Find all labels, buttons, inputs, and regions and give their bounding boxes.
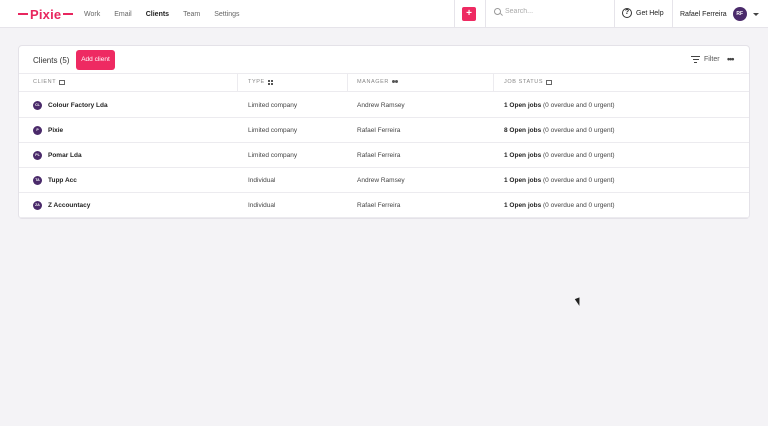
client-name: Z Accountacy: [48, 202, 91, 209]
page-title: Clients (5): [33, 56, 70, 65]
client-avatar: ZA: [33, 201, 42, 210]
chevron-down-icon: [752, 12, 759, 16]
table-row[interactable]: PL Pomar Lda Limited company Rafael Ferr…: [19, 143, 749, 168]
get-help-label: Get Help: [636, 9, 664, 17]
clipboard-icon: [546, 79, 553, 85]
id-card-icon: [59, 79, 66, 85]
client-type: Individual: [248, 202, 276, 209]
clients-panel-header: Clients (5) Add client Filter •••: [19, 46, 749, 74]
column-label: CLIENT: [33, 79, 57, 85]
job-status: 8 Open jobs (0 overdue and 0 urgent): [504, 127, 615, 134]
table-header: CLIENT TYPE MANAGER JOB STATUS: [19, 74, 749, 92]
avatar: RF: [732, 7, 747, 21]
more-horizontal-icon[interactable]: •••: [727, 54, 735, 64]
column-label: TYPE: [248, 79, 265, 85]
client-avatar: PL: [33, 151, 42, 160]
column-label: JOB STATUS: [504, 79, 544, 85]
client-avatar: TA: [33, 176, 42, 185]
question-circle-icon: ?: [622, 8, 632, 18]
client-name: Tupp Acc: [48, 177, 77, 184]
clients-panel: Clients (5) Add client Filter ••• CLIENT…: [18, 45, 750, 219]
client-manager: Rafael Ferreira: [357, 152, 401, 159]
client-type: Limited company: [248, 152, 298, 159]
divider: [614, 0, 615, 28]
open-jobs-count: 1 Open jobs: [504, 177, 542, 184]
grid-icon: [267, 79, 274, 85]
nav-item-settings[interactable]: Settings: [214, 11, 239, 18]
client-manager: Rafael Ferreira: [357, 202, 401, 209]
divider: [454, 0, 455, 28]
nav-item-clients[interactable]: Clients: [146, 11, 169, 18]
open-jobs-count: 8 Open jobs: [504, 127, 542, 134]
column-header-manager[interactable]: MANAGER: [357, 79, 399, 85]
open-jobs-count: 1 Open jobs: [504, 202, 542, 209]
column-header-type[interactable]: TYPE: [248, 79, 274, 85]
jobs-detail: (0 overdue and 0 urgent): [543, 177, 615, 184]
table-row[interactable]: P Pixie Limited company Rafael Ferreira …: [19, 118, 749, 143]
column-divider: [347, 74, 348, 92]
filter-button[interactable]: Filter: [691, 56, 720, 63]
job-status: 1 Open jobs (0 overdue and 0 urgent): [504, 202, 615, 209]
column-divider: [493, 74, 494, 92]
client-name: Colour Factory Lda: [48, 102, 108, 109]
search-input[interactable]: [505, 8, 605, 15]
client-avatar: CL: [33, 101, 42, 110]
client-avatar: P: [33, 126, 42, 135]
user-menu[interactable]: Rafael Ferreira RF: [680, 7, 759, 21]
logo-dash-right: [63, 13, 74, 15]
job-status: 1 Open jobs (0 overdue and 0 urgent): [504, 177, 615, 184]
plus-icon: +: [466, 8, 472, 19]
logo-wordmark: Pixie: [30, 6, 62, 22]
jobs-detail: (0 overdue and 0 urgent): [543, 102, 615, 109]
user-name: Rafael Ferreira: [680, 10, 727, 18]
job-status: 1 Open jobs (0 overdue and 0 urgent): [504, 152, 615, 159]
nav-item-work[interactable]: Work: [84, 11, 100, 18]
quick-add-button[interactable]: +: [462, 7, 476, 21]
divider: [485, 0, 486, 28]
open-jobs-count: 1 Open jobs: [504, 152, 542, 159]
main-nav: Work Email Clients Team Settings: [84, 0, 254, 28]
top-navigation-bar: Pixie Work Email Clients Team Settings +…: [0, 0, 768, 28]
logo-dash-left: [18, 13, 28, 15]
column-divider: [237, 74, 238, 92]
column-header-job-status[interactable]: JOB STATUS: [504, 79, 553, 85]
search-bar: [494, 8, 605, 15]
nav-item-email[interactable]: Email: [114, 11, 132, 18]
client-manager: Andrew Ramsey: [357, 177, 405, 184]
people-icon: [392, 79, 399, 85]
table-row[interactable]: ZA Z Accountacy Individual Rafael Ferrei…: [19, 193, 749, 218]
mouse-cursor-icon: [574, 297, 583, 307]
pixie-logo[interactable]: Pixie: [18, 6, 74, 22]
add-client-button[interactable]: Add client: [76, 50, 115, 70]
client-name: Pomar Lda: [48, 152, 82, 159]
search-icon: [494, 8, 501, 15]
client-manager: Rafael Ferreira: [357, 127, 401, 134]
nav-item-team[interactable]: Team: [183, 11, 200, 18]
client-manager: Andrew Ramsey: [357, 102, 405, 109]
column-label: MANAGER: [357, 79, 390, 85]
get-help-button[interactable]: ? Get Help: [622, 8, 664, 18]
column-header-client[interactable]: CLIENT: [33, 79, 66, 85]
client-type: Limited company: [248, 102, 298, 109]
open-jobs-count: 1 Open jobs: [504, 102, 542, 109]
job-status: 1 Open jobs (0 overdue and 0 urgent): [504, 102, 615, 109]
table-row[interactable]: CL Colour Factory Lda Limited company An…: [19, 93, 749, 118]
divider: [672, 0, 673, 28]
jobs-detail: (0 overdue and 0 urgent): [543, 127, 615, 134]
jobs-detail: (0 overdue and 0 urgent): [543, 202, 615, 209]
client-name: Pixie: [48, 127, 64, 134]
table-row[interactable]: TA Tupp Acc Individual Andrew Ramsey 1 O…: [19, 168, 749, 193]
filter-icon: [691, 56, 700, 63]
client-type: Individual: [248, 177, 276, 184]
jobs-detail: (0 overdue and 0 urgent): [543, 152, 615, 159]
client-type: Limited company: [248, 127, 298, 134]
filter-label: Filter: [704, 56, 720, 63]
